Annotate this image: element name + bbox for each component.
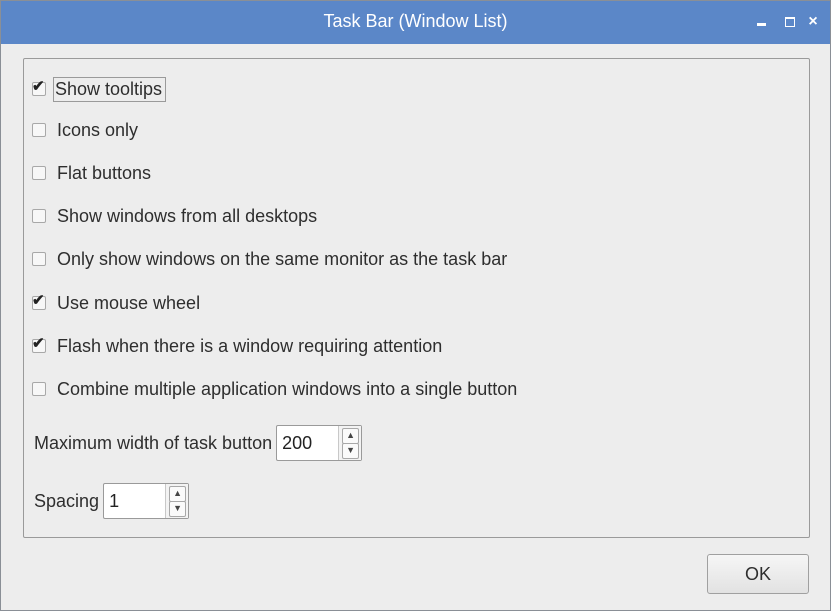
checkbox[interactable] bbox=[32, 166, 46, 180]
option-label: Show windows from all desktops bbox=[57, 205, 318, 226]
spin-up-icon[interactable]: ▲ bbox=[169, 486, 187, 502]
option-label: Combine multiple application windows int… bbox=[57, 378, 518, 399]
spacing-spinner[interactable]: ▲ ▼ bbox=[103, 483, 190, 519]
option-show-tooltips[interactable]: ✔ Show tooltips bbox=[32, 75, 167, 103]
check-icon: ✔ bbox=[32, 292, 45, 309]
checkbox[interactable]: ✔ bbox=[32, 335, 46, 353]
checkbox[interactable]: ✔ bbox=[32, 78, 46, 96]
option-icons-only[interactable]: Icons only bbox=[32, 116, 140, 144]
option-all-desktops[interactable]: Show windows from all desktops bbox=[32, 202, 319, 230]
checkbox[interactable] bbox=[32, 123, 46, 137]
option-flat-buttons[interactable]: Flat buttons bbox=[32, 159, 153, 187]
minimize-button[interactable] bbox=[751, 1, 773, 44]
max-width-spinner[interactable]: ▲ ▼ bbox=[276, 425, 363, 461]
option-label: Flat buttons bbox=[57, 162, 152, 183]
maximize-button[interactable] bbox=[779, 1, 801, 44]
option-same-monitor[interactable]: Only show windows on the same monitor as… bbox=[32, 245, 509, 273]
maximize-icon bbox=[785, 17, 795, 27]
option-mouse-wheel[interactable]: ✔ Use mouse wheel bbox=[32, 289, 202, 317]
options-frame: ✔ Show tooltips Icons only Flat buttons … bbox=[23, 58, 810, 538]
checkbox[interactable] bbox=[32, 382, 46, 396]
checkbox[interactable] bbox=[32, 209, 46, 223]
check-icon: ✔ bbox=[32, 335, 45, 352]
checkbox[interactable]: ✔ bbox=[32, 292, 46, 310]
close-icon: × bbox=[808, 13, 818, 30]
checkbox[interactable] bbox=[32, 252, 46, 266]
spin-down-icon[interactable]: ▼ bbox=[342, 443, 360, 459]
spacing-row: Spacing ▲ ▼ bbox=[34, 481, 190, 521]
spin-up-icon[interactable]: ▲ bbox=[342, 428, 360, 444]
spin-buttons: ▲ ▼ bbox=[165, 484, 189, 518]
max-width-label: Maximum width of task button bbox=[34, 432, 273, 453]
minimize-icon bbox=[757, 23, 766, 26]
window-title: Task Bar (Window List) bbox=[323, 11, 508, 31]
max-width-row: Maximum width of task button ▲ ▼ bbox=[34, 423, 363, 463]
spin-down-icon[interactable]: ▼ bbox=[169, 501, 187, 517]
max-width-input[interactable] bbox=[277, 426, 339, 460]
option-label: Icons only bbox=[57, 119, 139, 140]
title-bar[interactable]: Task Bar (Window List) × bbox=[1, 1, 830, 44]
ok-button[interactable]: OK bbox=[707, 554, 809, 594]
spacing-label: Spacing bbox=[34, 490, 100, 511]
option-label: Flash when there is a window requiring a… bbox=[57, 335, 443, 356]
option-label: Use mouse wheel bbox=[57, 292, 201, 313]
option-label: Show tooltips bbox=[53, 76, 167, 102]
option-label: Only show windows on the same monitor as… bbox=[57, 248, 508, 269]
spacing-input[interactable] bbox=[104, 484, 166, 518]
close-button[interactable]: × bbox=[802, 1, 824, 44]
option-flash-attention[interactable]: ✔ Flash when there is a window requiring… bbox=[32, 332, 444, 360]
spin-buttons: ▲ ▼ bbox=[338, 426, 362, 460]
dialog-window: Task Bar (Window List) × ✔ Show tooltips… bbox=[0, 0, 831, 611]
check-icon: ✔ bbox=[32, 78, 45, 95]
option-combine-windows[interactable]: Combine multiple application windows int… bbox=[32, 375, 519, 403]
